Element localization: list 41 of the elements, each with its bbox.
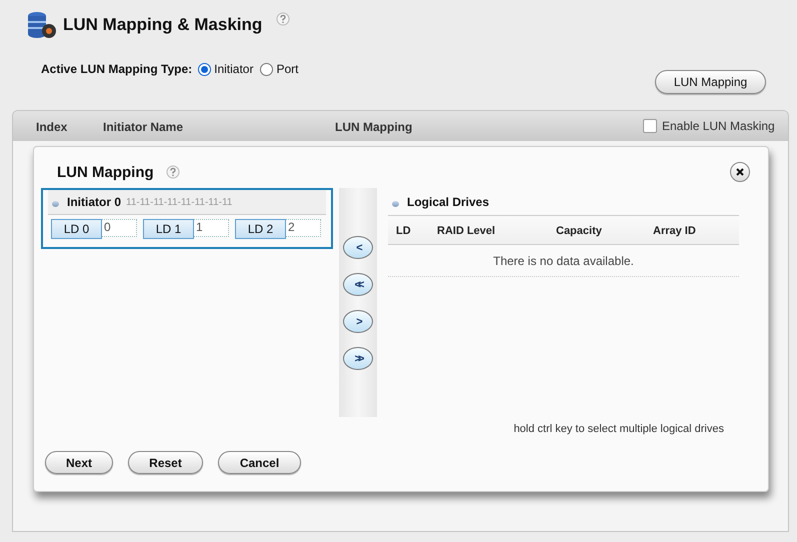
move-button[interactable]: >> <box>343 347 373 370</box>
drive-tag[interactable]: LD 0 <box>51 219 102 239</box>
checkbox[interactable] <box>643 119 657 133</box>
lun-field[interactable]: 0 <box>102 219 137 237</box>
lun-mapping-button[interactable]: LUN Mapping <box>655 70 766 94</box>
checkbox-label: Enable LUN Masking <box>662 119 775 133</box>
page-title: LUN Mapping & Masking <box>63 15 262 35</box>
empty-message: There is no data available. <box>493 254 634 268</box>
dialog-button[interactable]: Next <box>45 451 113 474</box>
lun-field[interactable]: 2 <box>286 219 321 237</box>
radio-button[interactable] <box>260 62 274 76</box>
column-header: Initiator Name <box>103 120 184 134</box>
move-button[interactable]: << <box>343 273 373 296</box>
drive-tag[interactable]: LD 2 <box>235 219 286 239</box>
initiator-name: Initiator 0 <box>67 195 122 209</box>
drive-tag[interactable]: LD 1 <box>143 219 194 239</box>
close-icon[interactable] <box>730 162 750 182</box>
dialog-title: LUN Mapping <box>57 164 154 180</box>
column-header: LD <box>396 225 411 237</box>
initiator-id: 11-11-11-11-11-11-11-11 <box>126 196 232 208</box>
lun-field[interactable]: 1 <box>194 219 229 237</box>
dialog-button[interactable]: Reset <box>128 451 203 474</box>
mapping-type-label: Active LUN Mapping Type: <box>41 62 192 76</box>
collapse-icon[interactable] <box>392 201 399 207</box>
column-header: Capacity <box>556 225 602 237</box>
column-header: Index <box>36 120 68 134</box>
column-header: RAID Level <box>437 225 496 237</box>
help-icon[interactable] <box>276 12 290 26</box>
dialog-button[interactable]: Cancel <box>218 451 301 474</box>
radio-label: Port <box>276 62 298 76</box>
collapse-icon[interactable] <box>52 201 59 207</box>
section-title: Logical Drives <box>407 195 490 209</box>
move-button[interactable]: > <box>343 310 373 333</box>
radio-button[interactable] <box>198 62 212 76</box>
help-icon[interactable] <box>166 165 180 179</box>
hint-text: hold ctrl key to select multiple logical drives <box>514 423 724 435</box>
database-icon <box>27 11 57 39</box>
move-button[interactable]: < <box>343 236 373 259</box>
radio-label: Initiator <box>214 62 254 76</box>
column-header: LUN Mapping <box>335 120 412 134</box>
column-header: Array ID <box>653 225 696 237</box>
